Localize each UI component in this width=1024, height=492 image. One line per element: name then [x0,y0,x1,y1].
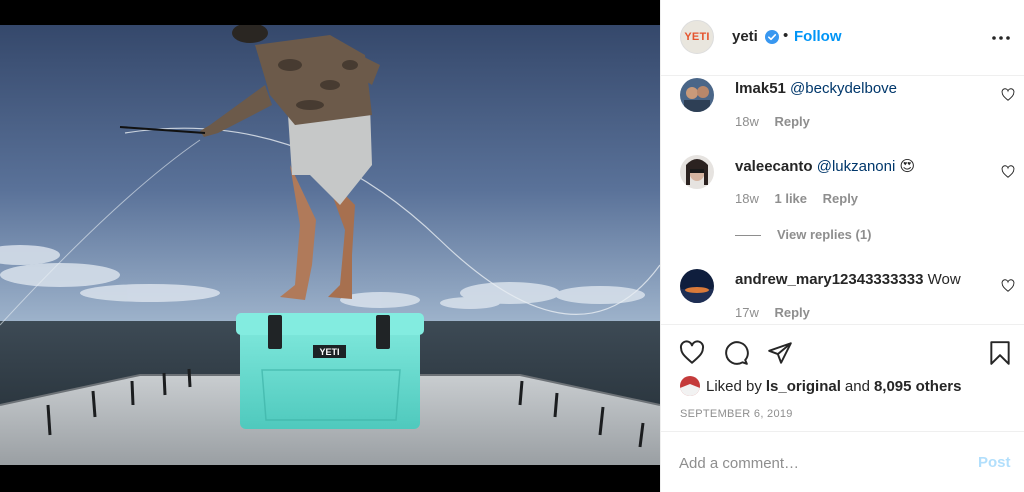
comment-username[interactable]: andrew_mary12343333333 [735,271,923,288]
comment-bubble-icon[interactable] [723,340,749,366]
liker-avatar[interactable] [680,376,700,396]
header-separator: • [783,27,789,44]
commenter-avatar[interactable] [680,155,714,189]
comment-text: valeecanto @lukzanoni 😍 [735,157,915,175]
replies-divider-line [735,235,761,237]
author-avatar[interactable]: YETI [680,20,714,54]
comment-meta: 18w 1 like Reply [735,191,870,206]
add-comment-bar: Post [661,431,1024,492]
post-actions: Liked by ls_original and 8,095 others SE… [661,324,1024,431]
liked-by-and: and [844,377,870,395]
like-heart-icon[interactable] [679,340,705,366]
comment-username[interactable]: valeecanto [735,158,813,175]
comment-text: lmak51 @beckydelbove [735,80,897,97]
view-replies-label: View replies (1) [777,227,872,242]
comment-username[interactable]: lmak51 [735,80,786,97]
comment-like-heart-icon[interactable] [1001,88,1015,102]
add-comment-input[interactable] [679,452,959,474]
comment-body: Wow [927,271,961,288]
post-header: YETI yeti • Follow [661,0,1024,76]
comment-time[interactable]: 17w [735,305,759,320]
cooler-logo: YETI [319,347,339,357]
author-avatar-text: YETI [684,31,710,43]
save-bookmark-icon[interactable] [987,340,1013,366]
liked-by-others[interactable]: 8,095 others [874,378,962,395]
likes-summary: Liked by ls_original and 8,095 others [680,375,965,397]
post-comment-button[interactable]: Post [978,454,1011,471]
post-side-panel: YETI yeti • Follow lmak51 @beckydelbove … [660,0,1024,492]
verified-badge-icon [765,30,779,44]
commenter-avatar[interactable] [680,269,714,303]
comment-time[interactable]: 18w [735,114,759,129]
comment-likes-count[interactable]: 1 like [774,191,807,206]
comment-mention[interactable]: @beckydelbove [790,80,897,97]
reply-button[interactable]: Reply [774,114,809,129]
liked-by-user[interactable]: ls_original [766,378,841,395]
post-photo: YETI [0,25,660,465]
comment-meta: 17w Reply [735,305,822,320]
comment-meta: 18w Reply [735,114,822,129]
comment-like-heart-icon[interactable] [1001,165,1015,179]
post-date[interactable]: SEPTEMBER 6, 2019 [680,408,793,420]
reply-button[interactable]: Reply [823,191,858,206]
author-username[interactable]: yeti [732,28,758,45]
share-send-icon[interactable] [767,340,793,366]
liked-by-prefix: Liked by [706,377,762,395]
follow-button[interactable]: Follow [794,28,842,45]
comment-text: andrew_mary12343333333 Wow [735,271,961,288]
comment-like-heart-icon[interactable] [1001,279,1015,293]
view-replies-button[interactable]: View replies (1) [735,227,871,242]
post-media[interactable]: YETI [0,0,660,492]
comment-body: 😍 [899,158,916,175]
reply-button[interactable]: Reply [774,305,809,320]
comment-time[interactable]: 18w [735,191,759,206]
more-options-icon[interactable] [991,28,1011,48]
commenter-avatar[interactable] [680,78,714,112]
comment-mention[interactable]: @lukzanoni [817,158,896,175]
comments-list[interactable]: lmak51 @beckydelbove 18w Reply valeecant… [661,76,1024,324]
